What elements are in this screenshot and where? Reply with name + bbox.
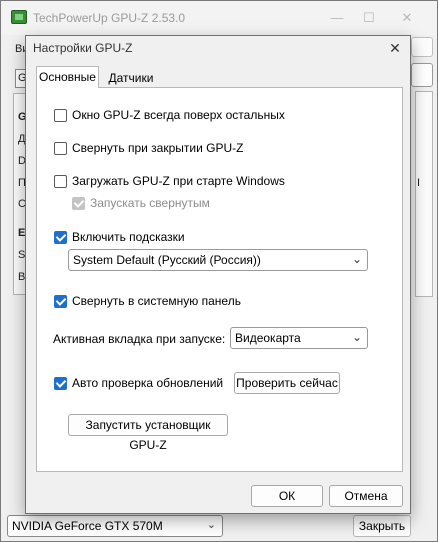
maximize-button[interactable]: ☐ bbox=[359, 9, 379, 27]
tab-sensors[interactable]: Датчики bbox=[101, 69, 161, 88]
auto-update-label: Авто проверка обновлений bbox=[72, 376, 224, 390]
right-field-fragment: I bbox=[417, 177, 421, 189]
ok-button[interactable]: ОК bbox=[251, 485, 323, 507]
load-on-startup-label: Загружать GPU-Z при старте Windows bbox=[72, 174, 285, 188]
gpu-select-value: NVIDIA GeForce GTX 570M bbox=[12, 519, 163, 533]
dialog-title: Настройки GPU-Z bbox=[33, 41, 133, 55]
minimize-to-tray-option[interactable]: Свернуть в системную панель bbox=[54, 294, 241, 308]
minimize-to-tray-checkbox[interactable] bbox=[54, 294, 67, 308]
chevron-down-icon: ⌄ bbox=[351, 252, 362, 266]
always-on-top-checkbox[interactable] bbox=[54, 108, 67, 122]
always-on-top-option[interactable]: Окно GPU-Z всегда поверх остальных bbox=[54, 108, 285, 122]
start-minimized-option: Запускать свернутым bbox=[72, 196, 210, 210]
check-now-button[interactable]: Проверить сейчас bbox=[234, 372, 340, 394]
cancel-button[interactable]: Отмена bbox=[329, 485, 403, 507]
language-select-value: System Default (Русский (Россия)) bbox=[73, 253, 261, 267]
main-titlebar: TechPowerUp GPU-Z 2.53.0 — ☐ ✕ bbox=[1, 1, 437, 35]
enable-tooltips-label: Включить подсказки bbox=[72, 230, 185, 244]
main-close-button[interactable]: ✕ bbox=[397, 9, 417, 27]
main-right-button-edge[interactable] bbox=[411, 37, 433, 57]
startup-tab-label: Активная вкладка при запуске: bbox=[53, 332, 226, 346]
gpu-select-dropdown[interactable]: NVIDIA GeForce GTX 570M ⌄ bbox=[7, 515, 223, 537]
minimize-button[interactable]: — bbox=[327, 9, 347, 27]
chevron-down-icon: ⌄ bbox=[351, 330, 362, 344]
chevron-down-icon: ⌄ bbox=[206, 519, 216, 531]
start-minimized-label: Запускать свернутым bbox=[90, 196, 210, 210]
load-on-startup-option[interactable]: Загружать GPU-Z при старте Windows bbox=[54, 174, 285, 188]
enable-tooltips-checkbox[interactable] bbox=[54, 230, 67, 244]
always-on-top-label: Окно GPU-Z всегда поверх остальных bbox=[72, 108, 285, 122]
auto-update-checkbox[interactable] bbox=[54, 376, 67, 390]
close-button[interactable]: Закрыть bbox=[353, 515, 411, 537]
auto-update-option[interactable]: Авто проверка обновлений bbox=[54, 376, 223, 390]
run-installer-button[interactable]: Запустить установщик GPU-Z bbox=[68, 414, 228, 452]
startup-tab-select[interactable]: Видеокарта ⌄ bbox=[230, 327, 368, 349]
minimize-on-close-option[interactable]: Свернуть при закрытии GPU-Z bbox=[54, 141, 243, 155]
tab-general[interactable]: Основные bbox=[36, 66, 99, 88]
gpu-z-app-icon bbox=[11, 10, 27, 24]
start-minimized-checkbox bbox=[72, 196, 85, 210]
settings-dialog: Настройки GPU-Z ✕ Основные Датчики Окно … bbox=[25, 35, 411, 514]
main-right-dropdown-edge[interactable] bbox=[411, 63, 433, 87]
startup-tab-select-value: Видеокарта bbox=[235, 331, 301, 345]
language-select[interactable]: System Default (Русский (Россия)) ⌄ bbox=[68, 249, 368, 271]
main-right-panel-edge bbox=[415, 91, 433, 297]
general-tab-panel: Окно GPU-Z всегда поверх остальных Сверн… bbox=[36, 87, 403, 472]
minimize-on-close-checkbox[interactable] bbox=[54, 141, 67, 155]
dialog-close-icon[interactable]: ✕ bbox=[384, 38, 406, 58]
load-on-startup-checkbox[interactable] bbox=[54, 174, 67, 188]
minimize-to-tray-label: Свернуть в системную панель bbox=[72, 294, 241, 308]
minimize-on-close-label: Свернуть при закрытии GPU-Z bbox=[72, 141, 244, 155]
enable-tooltips-option[interactable]: Включить подсказки bbox=[54, 230, 185, 244]
main-window-title: TechPowerUp GPU-Z 2.53.0 bbox=[33, 11, 186, 25]
